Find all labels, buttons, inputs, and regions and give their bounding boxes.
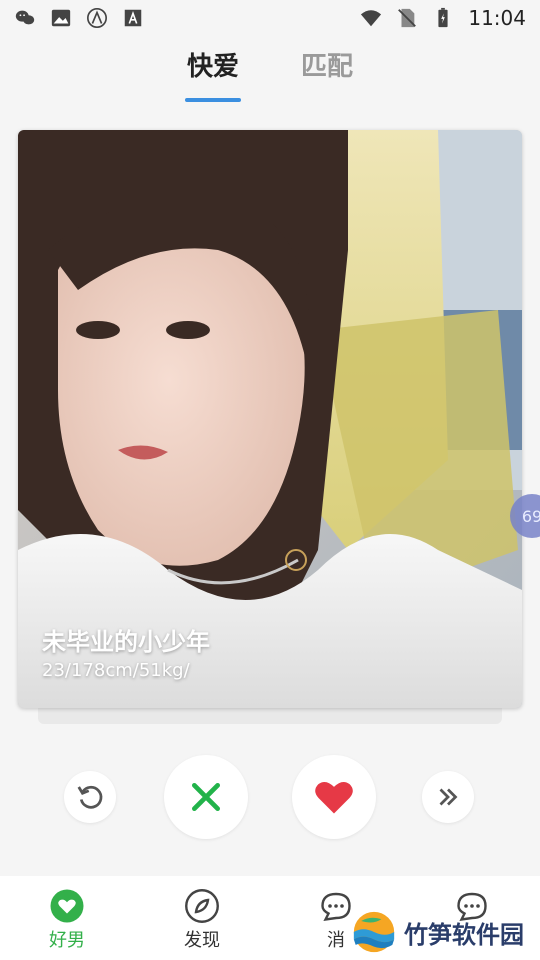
wechat-icon [15, 10, 35, 25]
profile-card[interactable]: 未毕业的小少年 23/178cm/51kg/ [18, 130, 522, 708]
status-time: 11:04 [468, 6, 526, 30]
undo-button[interactable] [64, 771, 116, 823]
tab-kuaiai-label: 快爱 [186, 52, 239, 82]
image-icon [51, 9, 71, 27]
action-bar [0, 752, 540, 842]
tab-active-underline [184, 98, 241, 102]
no-sim-icon [398, 8, 417, 28]
nav-label-discover: 发现 [184, 930, 220, 951]
nav-label-haonan: 好男 [49, 930, 85, 951]
status-bar: 11:04 [0, 0, 540, 36]
watermark: 竹笋软件园 [352, 910, 524, 954]
like-button[interactable] [292, 755, 376, 839]
status-left-icons [14, 7, 144, 29]
compass-icon [185, 889, 219, 923]
skip-button[interactable] [422, 771, 474, 823]
a-box-icon [124, 9, 142, 27]
watermark-text: 竹笋软件园 [404, 920, 524, 949]
nav-item-discover[interactable]: 发现 [162, 888, 242, 952]
fast-forward-icon [439, 788, 458, 806]
profile-name: 未毕业的小少年 [42, 628, 210, 656]
tab-match[interactable]: 匹配 [301, 40, 353, 96]
bamboo-logo-icon [353, 911, 395, 953]
battery-icon [438, 7, 448, 28]
wifi-icon [361, 10, 382, 27]
profile-card-stack: 未毕业的小少年 23/178cm/51kg/ 69 [18, 130, 540, 724]
message-icon [321, 892, 351, 922]
undo-icon [77, 785, 103, 809]
tab-match-label: 匹配 [301, 52, 354, 82]
top-tabs: 快爱 匹配 [0, 40, 540, 102]
profile-info: 23/178cm/51kg/ [42, 660, 190, 681]
nav-item-haonan[interactable]: 好男 [27, 888, 107, 952]
heart-badge-icon [50, 889, 84, 923]
dislike-button[interactable] [164, 755, 248, 839]
a-circle-icon [87, 8, 107, 28]
tab-kuaiai[interactable]: 快爱 [184, 40, 241, 102]
status-right-icons: 11:04 [360, 6, 526, 30]
heart-icon [315, 781, 353, 814]
close-icon [192, 783, 220, 811]
